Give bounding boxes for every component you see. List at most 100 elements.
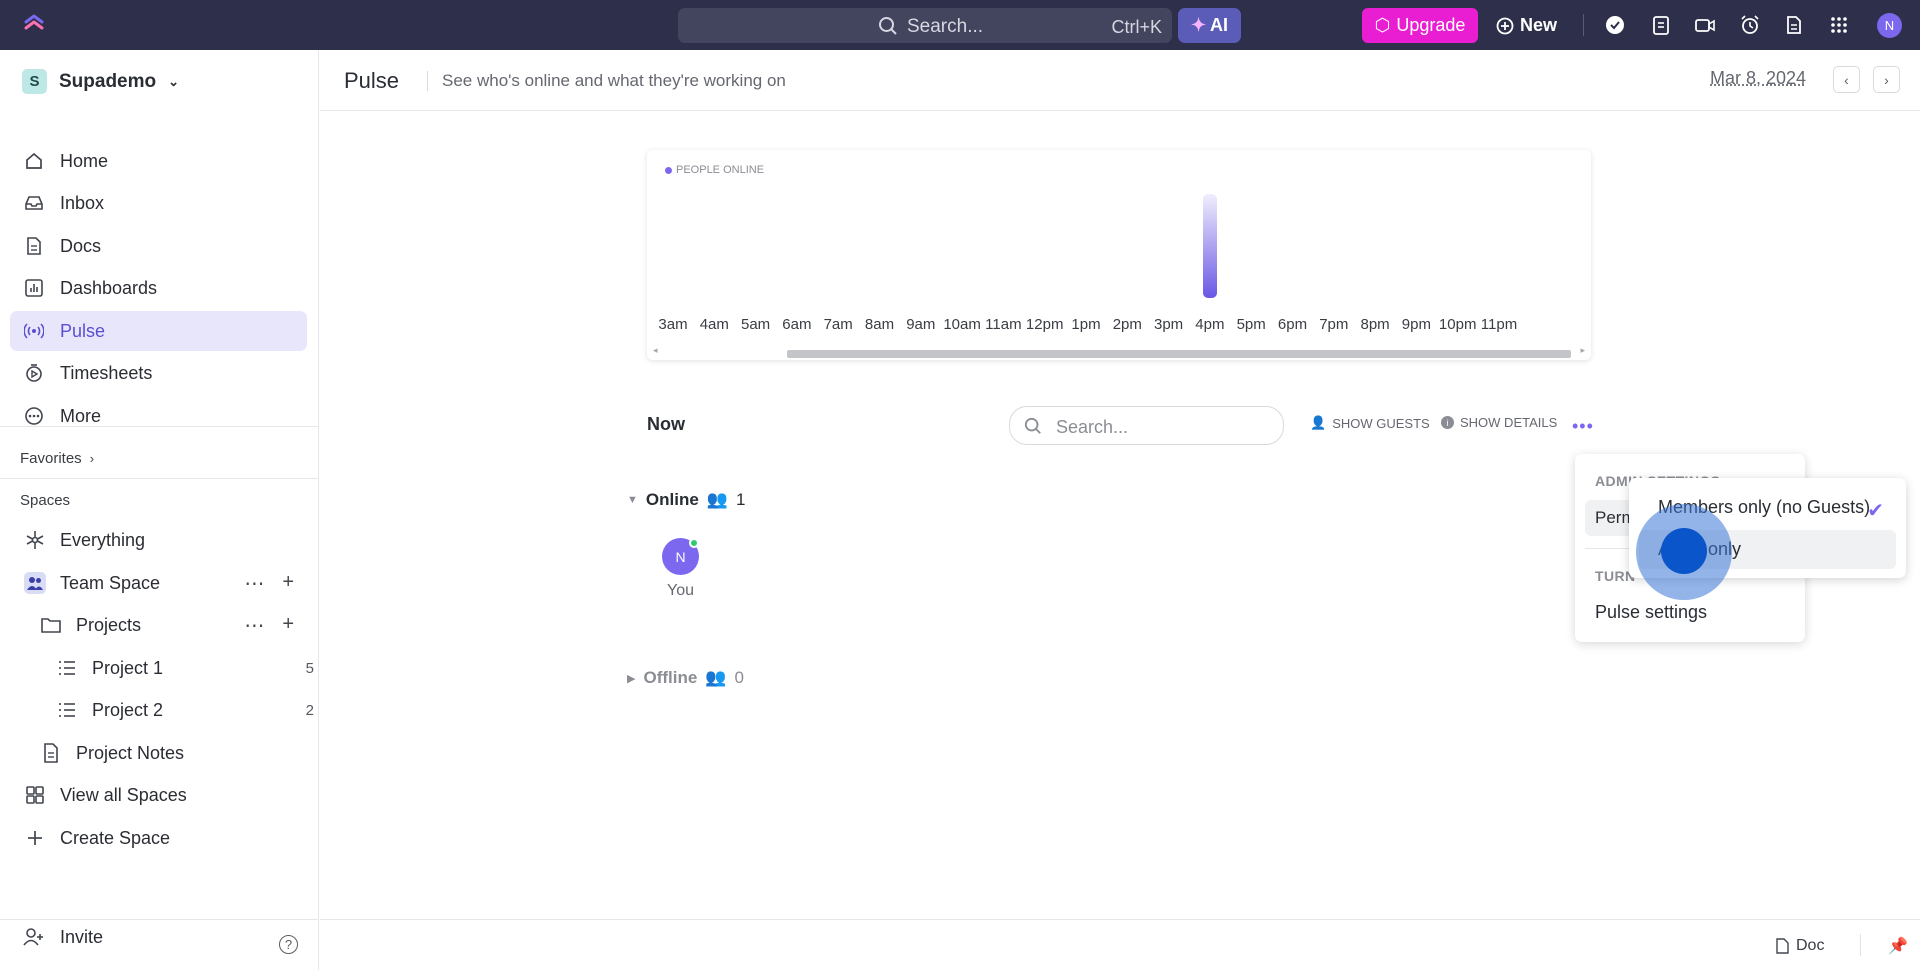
sidebar-item-projects[interactable]: Projects ⋯ + (40, 605, 314, 645)
scroll-right-icon[interactable]: ▸ (1580, 345, 1585, 356)
grid-icon (26, 786, 44, 804)
sidebar-item-timesheets[interactable]: Timesheets (10, 353, 307, 393)
online-group-header[interactable]: ▼ Online 👥 1 (627, 490, 745, 510)
sidebar-item-team-space[interactable]: Team Space ⋯ + (24, 563, 314, 603)
plus-icon[interactable]: + (282, 613, 294, 638)
alarm-clock-icon[interactable] (1739, 14, 1761, 36)
document-icon (1776, 938, 1789, 954)
sidebar-item-inbox[interactable]: Inbox (10, 183, 307, 223)
more-icon (25, 407, 43, 425)
show-details-button[interactable]: i SHOW DETAILS (1441, 415, 1557, 430)
new-button[interactable]: New (1496, 8, 1564, 43)
plus-icon[interactable]: + (282, 571, 294, 596)
scroll-left-icon[interactable]: ◂ (653, 345, 658, 356)
ellipsis-icon[interactable]: ⋯ (244, 571, 264, 596)
task-count: 2 (305, 701, 314, 719)
help-icon[interactable]: ? (279, 935, 298, 954)
show-guests-button[interactable]: 👤 SHOW GUESTS (1310, 415, 1430, 431)
online-count: 1 (735, 490, 746, 509)
search-placeholder: Search... (1056, 417, 1129, 437)
favorites-toggle[interactable]: Favorites › (20, 450, 94, 467)
invite-button[interactable]: Invite (22, 926, 103, 948)
plus-icon (28, 831, 42, 845)
offline-group-header[interactable]: ▶ Offline 👥 0 (627, 668, 744, 688)
spaces-label: Spaces (20, 492, 71, 509)
offline-label: Offline (643, 668, 698, 687)
workspace-name: Supademo (59, 70, 157, 92)
invite-label: Invite (60, 926, 104, 947)
now-title: Now (647, 414, 685, 434)
previous-day-button[interactable]: ‹ (1833, 66, 1860, 93)
sidebar-item-label: Timesheets (60, 363, 153, 383)
x-tick-label: 4pm (1195, 316, 1225, 333)
sidebar-item-label: Team Space (60, 572, 161, 593)
pulse-settings-menu-item[interactable]: Pulse settings (1595, 602, 1707, 623)
sidebar-item-dashboards[interactable]: Dashboards (10, 268, 307, 308)
chart-scrollbar[interactable]: ◂ ▸ (653, 345, 1585, 358)
people-search-input[interactable]: Search... (1009, 406, 1284, 445)
upgrade-button[interactable]: ⬡ Upgrade (1362, 8, 1478, 43)
x-tick-label: 7pm (1319, 316, 1349, 333)
sidebar-item-create-space[interactable]: Create Space (24, 818, 170, 858)
page-title: Pulse (344, 68, 400, 93)
sidebar-item-label: Docs (60, 236, 102, 256)
checkmark-icon: ✔ (1867, 500, 1884, 522)
sidebar-divider (0, 919, 319, 920)
topbar-divider (1583, 14, 1584, 36)
sidebar-item-view-all-spaces[interactable]: View all Spaces (24, 775, 187, 815)
inbox-icon (25, 196, 43, 210)
sidebar-item-project-notes[interactable]: Project Notes (40, 733, 184, 773)
pin-icon[interactable]: 📌 (1888, 936, 1908, 956)
people-icon: 👥 (705, 668, 727, 687)
x-tick-label: 3am (658, 316, 688, 333)
bar-4pm[interactable] (1202, 194, 1217, 298)
top-bar: Search... Ctrl+K ✦ AI ⬡ Upgrade New N (0, 0, 1920, 50)
ai-button[interactable]: ✦ AI (1178, 8, 1241, 43)
x-tick-label: 2pm (1112, 316, 1142, 333)
chart-title: PEOPLE ONLINE (676, 164, 765, 176)
x-tick-label: 9pm (1401, 316, 1431, 333)
dashboards-icon (25, 279, 43, 297)
apps-grid-icon[interactable] (1828, 14, 1850, 36)
scroll-thumb[interactable] (787, 350, 1571, 358)
document-icon[interactable] (1783, 14, 1805, 36)
sidebar-item-label: Project Notes (76, 742, 185, 763)
sidebar-item-label: Projects (76, 614, 142, 635)
offline-count: 0 (734, 668, 744, 687)
footer-divider (1860, 934, 1861, 956)
sidebar-item-pulse[interactable]: Pulse (10, 311, 307, 351)
next-day-button[interactable]: › (1873, 66, 1900, 93)
video-icon[interactable] (1694, 14, 1716, 36)
doc-label: Doc (1796, 937, 1825, 954)
x-tick-label: 8am (864, 316, 895, 333)
legend-dot (665, 166, 672, 174)
sidebar-item-home[interactable]: Home (10, 141, 307, 181)
global-search[interactable]: Search... Ctrl+K (678, 8, 1172, 43)
person-icon: 👤 (1310, 415, 1327, 430)
sidebar-item-more[interactable]: More (10, 396, 307, 436)
sparkle-icon: ✦ (1190, 15, 1207, 35)
x-tick-label: 10pm (1438, 316, 1477, 333)
folder-icon (41, 618, 61, 633)
sidebar: S Supademo ⌄ Home Inbox Docs Dashboards … (0, 50, 319, 970)
sidebar-item-project-2[interactable]: Project 2 2 (56, 690, 314, 730)
sidebar-item-everything[interactable]: Everything (24, 520, 145, 560)
favorites-label: Favorites (20, 450, 82, 467)
search-icon (1024, 417, 1041, 434)
timesheets-icon (26, 364, 42, 382)
workspace-switcher[interactable]: S Supademo ⌄ (22, 69, 179, 94)
page-header: Pulse See who's online and what they're … (320, 50, 1920, 111)
user-avatar[interactable]: N (1877, 13, 1902, 38)
date-picker[interactable]: Mar 8, 2024 (1710, 68, 1806, 89)
document-icon (44, 743, 58, 763)
doc-button[interactable]: Doc (1775, 937, 1824, 955)
ellipsis-icon[interactable]: ⋯ (244, 613, 264, 638)
notepad-icon[interactable] (1650, 14, 1672, 36)
sidebar-item-docs[interactable]: Docs (10, 226, 307, 266)
more-options-icon[interactable]: ••• (1572, 416, 1594, 437)
app-logo-icon[interactable] (22, 13, 46, 37)
check-circle-icon[interactable] (1604, 14, 1626, 36)
sidebar-item-project-1[interactable]: Project 1 5 (56, 648, 314, 688)
people-online-chart: PEOPLE ONLINE ◂ ▸ 3am 4am 5am 6am 7am 8am 9am 1… (647, 150, 1591, 360)
x-tick-label: 12pm (1025, 316, 1064, 333)
